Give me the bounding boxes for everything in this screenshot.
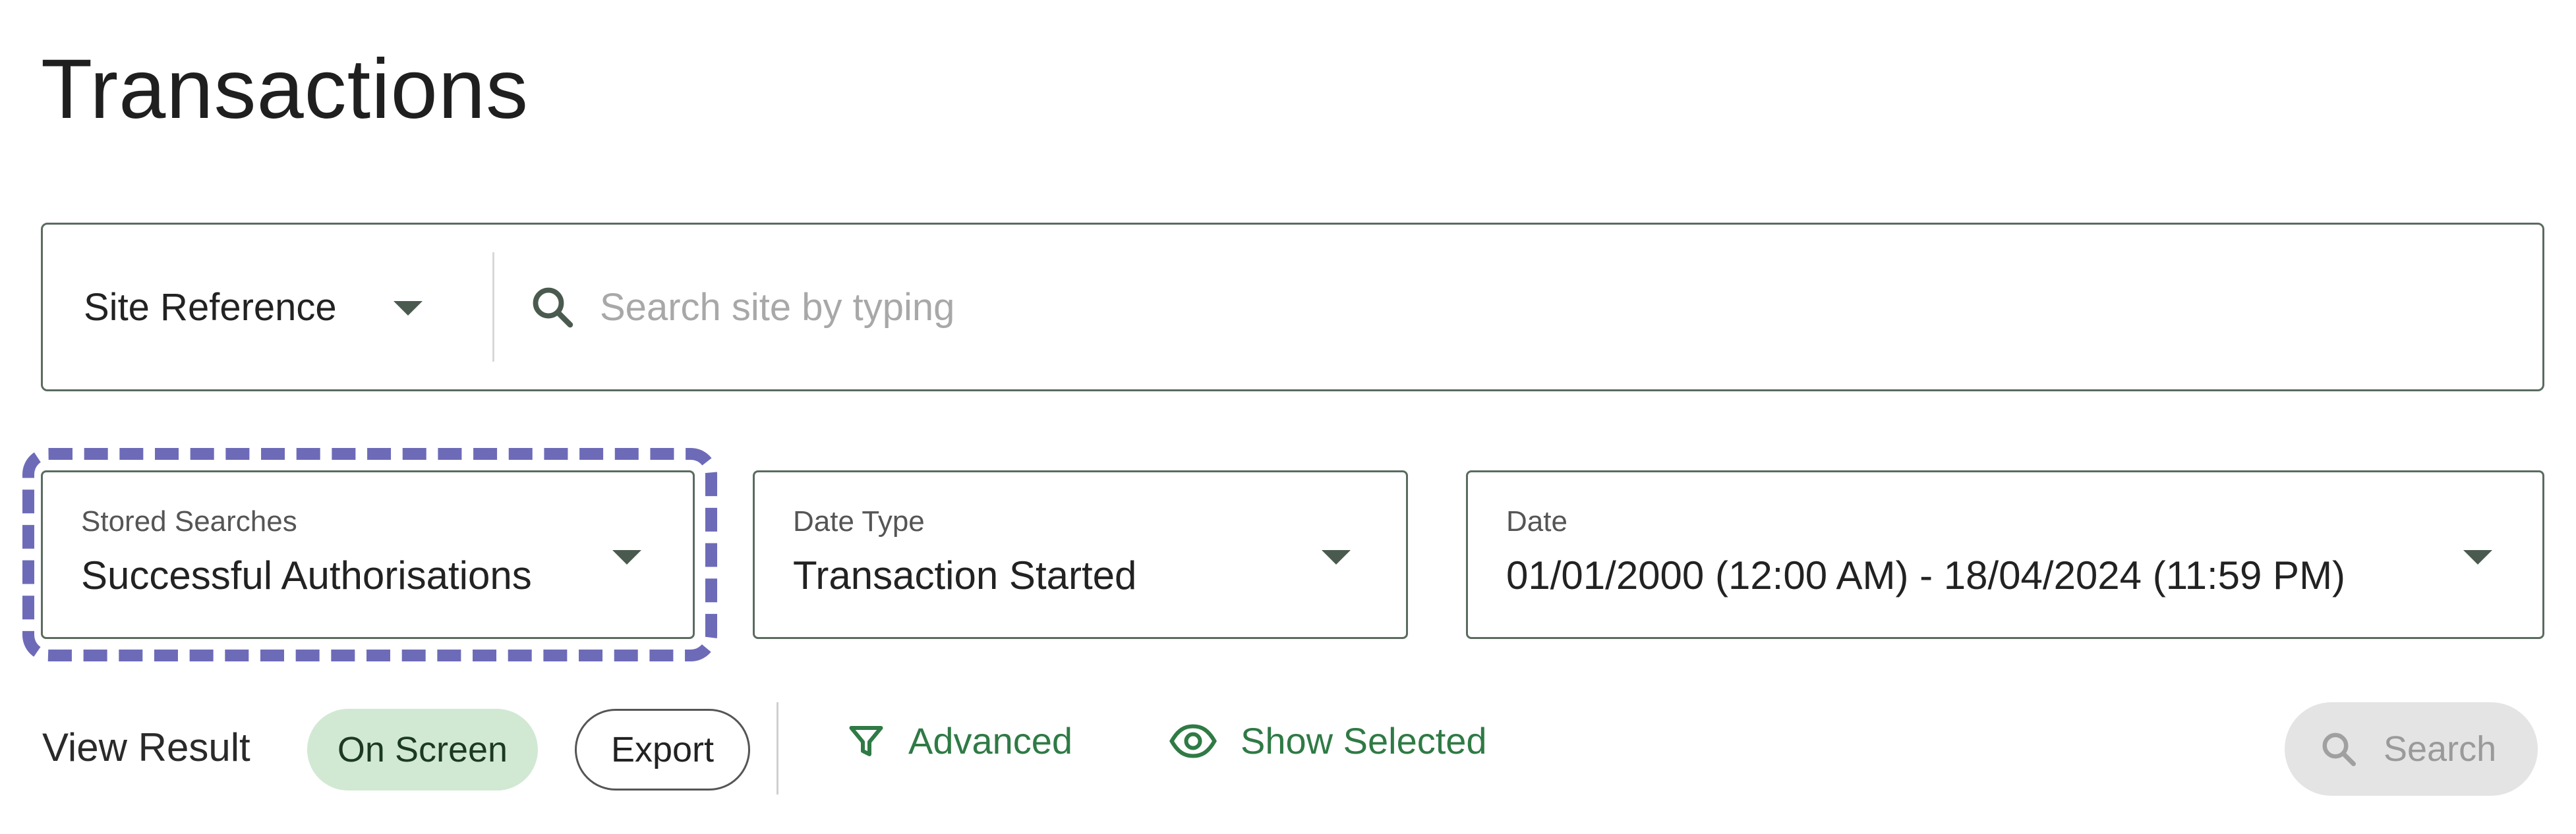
stored-searches-value: Successful Authorisations — [81, 553, 532, 598]
date-type-label: Date Type — [793, 505, 925, 538]
caret-down-icon — [393, 301, 423, 316]
show-selected-button[interactable]: Show Selected — [1168, 719, 1487, 762]
date-type-value: Transaction Started — [793, 553, 1137, 598]
date-range-label: Date — [1506, 505, 1567, 538]
caret-down-icon — [1322, 550, 1351, 565]
caret-down-icon — [2463, 550, 2492, 565]
view-result-label: View Result — [42, 725, 250, 769]
eye-icon — [1169, 723, 1217, 758]
search-field — [494, 225, 2542, 389]
actions-divider — [776, 702, 778, 794]
page-title: Transactions — [41, 42, 529, 136]
show-selected-label: Show Selected — [1241, 720, 1487, 762]
search-button-label: Search — [2384, 729, 2497, 769]
advanced-filter-button[interactable]: Advanced — [846, 719, 1072, 762]
search-button[interactable]: Search — [2285, 702, 2538, 796]
filter-icon — [849, 725, 883, 756]
search-icon — [533, 287, 573, 328]
date-range-select[interactable]: Date 01/01/2000 (12:00 AM) - 18/04/2024 … — [1466, 470, 2544, 639]
on-screen-toggle[interactable]: On Screen — [307, 709, 538, 791]
date-range-value: 01/01/2000 (12:00 AM) - 18/04/2024 (11:5… — [1506, 553, 2346, 598]
search-field-selector[interactable]: Site Reference — [43, 225, 492, 389]
site-search-bar: Site Reference — [41, 223, 2544, 391]
stored-searches-label: Stored Searches — [81, 505, 297, 538]
export-toggle[interactable]: Export — [575, 709, 750, 791]
advanced-label: Advanced — [908, 720, 1073, 762]
search-field-selector-label: Site Reference — [84, 285, 337, 329]
date-type-select[interactable]: Date Type Transaction Started — [753, 470, 1408, 639]
site-search-input[interactable] — [600, 285, 2248, 329]
search-icon — [2322, 733, 2356, 766]
caret-down-icon — [612, 550, 641, 565]
stored-searches-select[interactable]: Stored Searches Successful Authorisation… — [41, 470, 695, 639]
